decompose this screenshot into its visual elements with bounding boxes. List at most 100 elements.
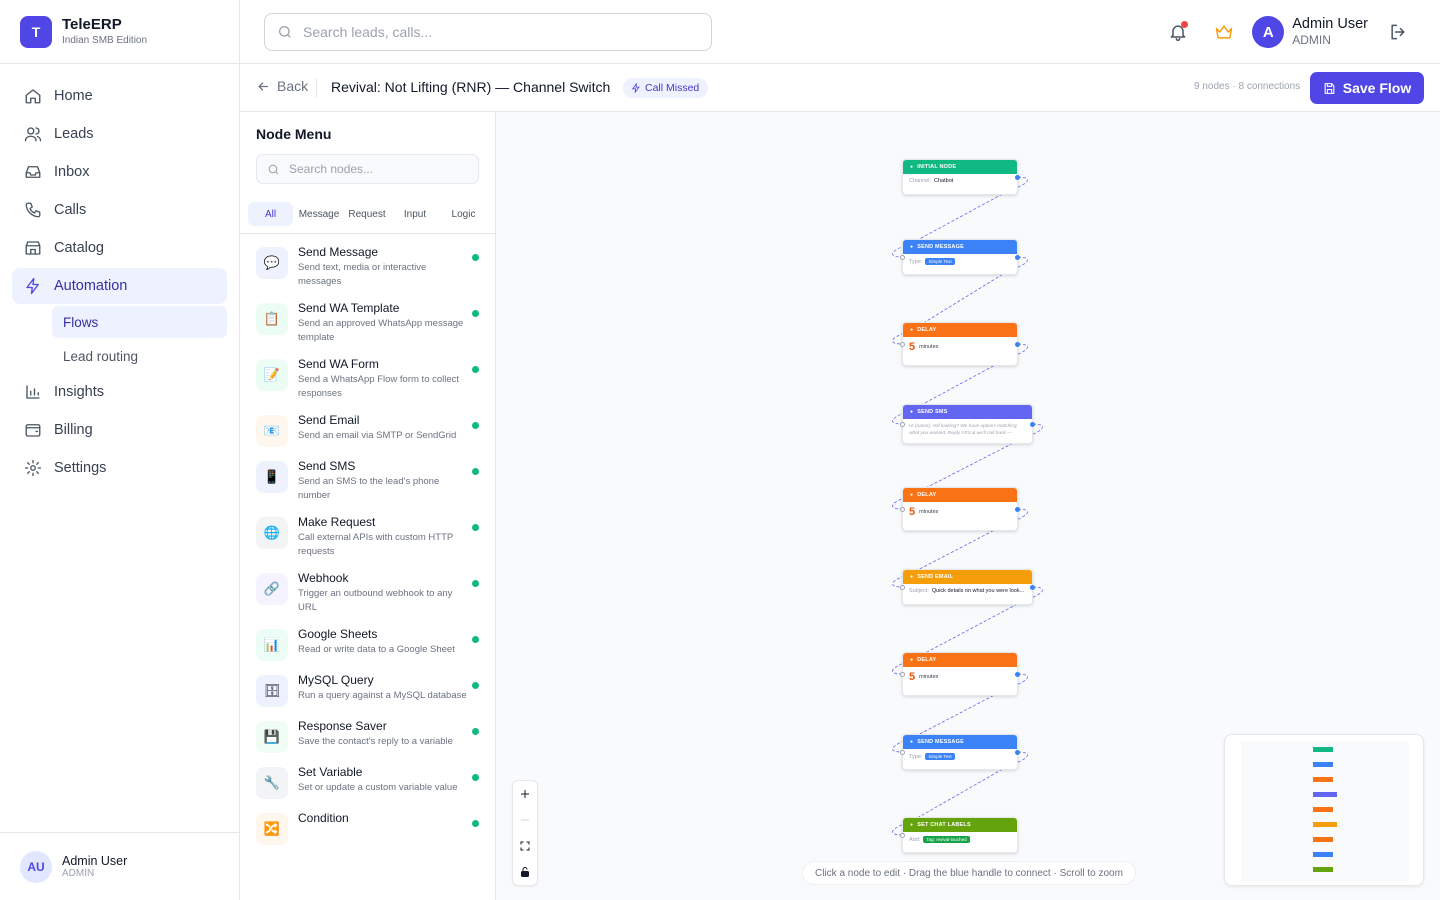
flow-node[interactable]: ● SEND EMAIL Subject: Quick details on what…	[900, 569, 1035, 605]
flow-node-title: DELAY	[917, 327, 937, 333]
node-menu-item[interactable]: 📋 Send WA Template Send an approved WhatsA…	[240, 300, 495, 345]
node-menu-item-desc: Send an email via SMTP or SendGrid	[298, 430, 457, 441]
output-handle[interactable]	[1030, 422, 1035, 427]
sidebar-item-billing[interactable]: Billing	[12, 412, 227, 448]
notifications-button[interactable]	[1166, 20, 1190, 44]
node-menu-item[interactable]: 🔀 Condition	[240, 810, 495, 845]
flow-node-body: Channel: Chatbot	[903, 174, 1017, 188]
input-handle[interactable]	[900, 255, 905, 260]
flow-node-body: Subject: Quick details on what you were l…	[903, 584, 1032, 598]
input-handle[interactable]	[900, 750, 905, 755]
node-menu-title: Node Menu	[256, 126, 332, 142]
node-menu-item[interactable]: 💬 Send Message Send text, media or interac…	[240, 244, 495, 289]
tab-message[interactable]: Message	[296, 202, 342, 226]
flow-node[interactable]: ● DELAY 5 minutes	[900, 487, 1020, 531]
node-search[interactable]	[256, 154, 479, 184]
node-type-icon: 🌐	[256, 517, 288, 549]
node-menu-item[interactable]: 📧 Send Email Send an email via SMTP or Sen…	[240, 412, 495, 447]
minimap[interactable]	[1224, 734, 1424, 886]
node-menu-item[interactable]: 🔧 Set Variable Set or update a custom vari…	[240, 764, 495, 799]
flow-node[interactable]: ● DELAY 5 minutes	[900, 322, 1020, 366]
input-handle[interactable]	[900, 342, 905, 347]
logout-icon	[1391, 24, 1405, 40]
sidebar-item-leads[interactable]: Leads	[12, 116, 227, 152]
back-label: Back	[277, 78, 309, 94]
gear-icon	[24, 459, 42, 477]
flow-node[interactable]: ● INITIAL NODE Channel: Chatbot	[902, 159, 1020, 195]
sidebar-item-home[interactable]: Home	[12, 78, 227, 114]
tab-all[interactable]: All	[248, 202, 293, 226]
sidebar-item-insights[interactable]: Insights	[12, 374, 227, 410]
node-menu-item[interactable]: 📊 Google Sheets Read or write data to a Go…	[240, 626, 495, 661]
subnav-item-lead-routing[interactable]: Lead routing	[52, 340, 227, 372]
user-menu[interactable]: Admin User ADMIN	[1292, 16, 1368, 48]
global-search[interactable]	[264, 13, 712, 51]
flow-node[interactable]: ● SEND MESSAGE Type: Simple Text	[900, 734, 1020, 770]
subnav-item-flows[interactable]: Flows	[52, 306, 227, 338]
output-handle[interactable]	[1015, 175, 1020, 180]
sidebar-item-inbox[interactable]: Inbox	[12, 154, 227, 190]
output-handle[interactable]	[1015, 750, 1020, 755]
flow-node[interactable]: ● SEND SMS Hi {name}, still looking? We ha…	[900, 404, 1035, 444]
flow-canvas[interactable]: ● INITIAL NODE Channel: Chatbot ● SEND MESSAG…	[496, 112, 1440, 900]
output-handle[interactable]	[1015, 507, 1020, 512]
input-handle[interactable]	[900, 585, 905, 590]
node-menu-item-name: Send WA Template	[298, 301, 400, 315]
node-menu-item[interactable]: 📱 Send SMS Send an SMS to the lead's phone…	[240, 458, 495, 503]
tab-request[interactable]: Request	[344, 202, 390, 226]
home-icon	[25, 89, 41, 104]
sidebar-user-name: Admin User	[62, 854, 128, 868]
sidebar-item-automation[interactable]: Automation	[12, 268, 227, 304]
minimap-node	[1313, 822, 1337, 827]
search-input[interactable]	[303, 24, 683, 40]
node-menu-item[interactable]: 🔗 Webhook Trigger an outbound webhook to a…	[240, 570, 495, 615]
node-menu-item[interactable]: 📝 Send WA Form Send a WhatsApp Flow form t…	[240, 356, 495, 401]
status-dot	[472, 524, 479, 531]
save-flow-button[interactable]: Save Flow	[1310, 72, 1424, 104]
upgrade-button[interactable]	[1212, 20, 1236, 44]
output-handle[interactable]	[1015, 672, 1020, 677]
back-button[interactable]: Back	[256, 78, 308, 94]
node-menu-item[interactable]: 🌐 Make Request Call external APIs with cus…	[240, 514, 495, 559]
fit-view-button[interactable]	[513, 833, 537, 859]
node-menu-item[interactable]: 💾 Response Saver Save the contact's reply …	[240, 718, 495, 753]
status-dot	[472, 636, 479, 643]
flow-node[interactable]: ● DELAY 5 minutes	[900, 652, 1020, 696]
status-dot	[472, 580, 479, 587]
sidebar-item-settings[interactable]: Settings	[12, 450, 227, 486]
phone-icon	[25, 202, 41, 218]
flow-node-title: SEND MESSAGE	[917, 739, 964, 745]
tab-logic[interactable]: Logic	[440, 202, 487, 226]
sidebar-item-catalog[interactable]: Catalog	[12, 230, 227, 266]
flow-node[interactable]: ● SET CHAT LABELS Add: Tag: revival-touched	[900, 817, 1018, 853]
flow-node[interactable]: ● SEND MESSAGE Type: Simple Text	[900, 239, 1020, 275]
output-handle[interactable]	[1015, 255, 1020, 260]
node-header-icon: ●	[910, 327, 914, 333]
node-menu-item-desc: Send a WhatsApp Flow form to collect res…	[298, 374, 460, 399]
node-menu-item-name: Set Variable	[298, 765, 363, 779]
node-header-icon: ●	[910, 657, 914, 663]
node-menu-item-name: MySQL Query	[298, 673, 374, 687]
output-handle[interactable]	[1030, 585, 1035, 590]
input-handle[interactable]	[900, 672, 905, 677]
zoom-in-button[interactable]	[513, 781, 537, 807]
tab-input[interactable]: Input	[392, 202, 438, 226]
output-handle[interactable]	[1015, 342, 1020, 347]
lock-button[interactable]	[513, 859, 537, 885]
logout-button[interactable]	[1386, 20, 1410, 44]
flow-node-body: Add: Tag: revival-touched	[903, 832, 1017, 847]
input-handle[interactable]	[900, 422, 905, 427]
node-menu-tabs: All Message Request Input Logic	[240, 202, 495, 226]
node-list: 💬 Send Message Send text, media or interac…	[240, 244, 495, 856]
user-avatar[interactable]: A	[1252, 16, 1285, 48]
zoom-out-button[interactable]	[513, 807, 537, 833]
input-handle[interactable]	[900, 833, 905, 838]
node-menu-item-desc: Trigger an outbound webhook to any URL	[298, 588, 453, 613]
sidebar-item-calls[interactable]: Calls	[12, 192, 227, 228]
brand-logo[interactable]: T	[20, 15, 52, 48]
node-search-input[interactable]	[289, 162, 469, 176]
sidebar-user[interactable]: AU Admin User ADMIN	[0, 832, 239, 900]
input-handle[interactable]	[900, 507, 905, 512]
node-menu-item[interactable]: 🗄 MySQL Query Run a query against a MySQL …	[240, 672, 495, 707]
delay-amount: 5	[909, 506, 916, 518]
